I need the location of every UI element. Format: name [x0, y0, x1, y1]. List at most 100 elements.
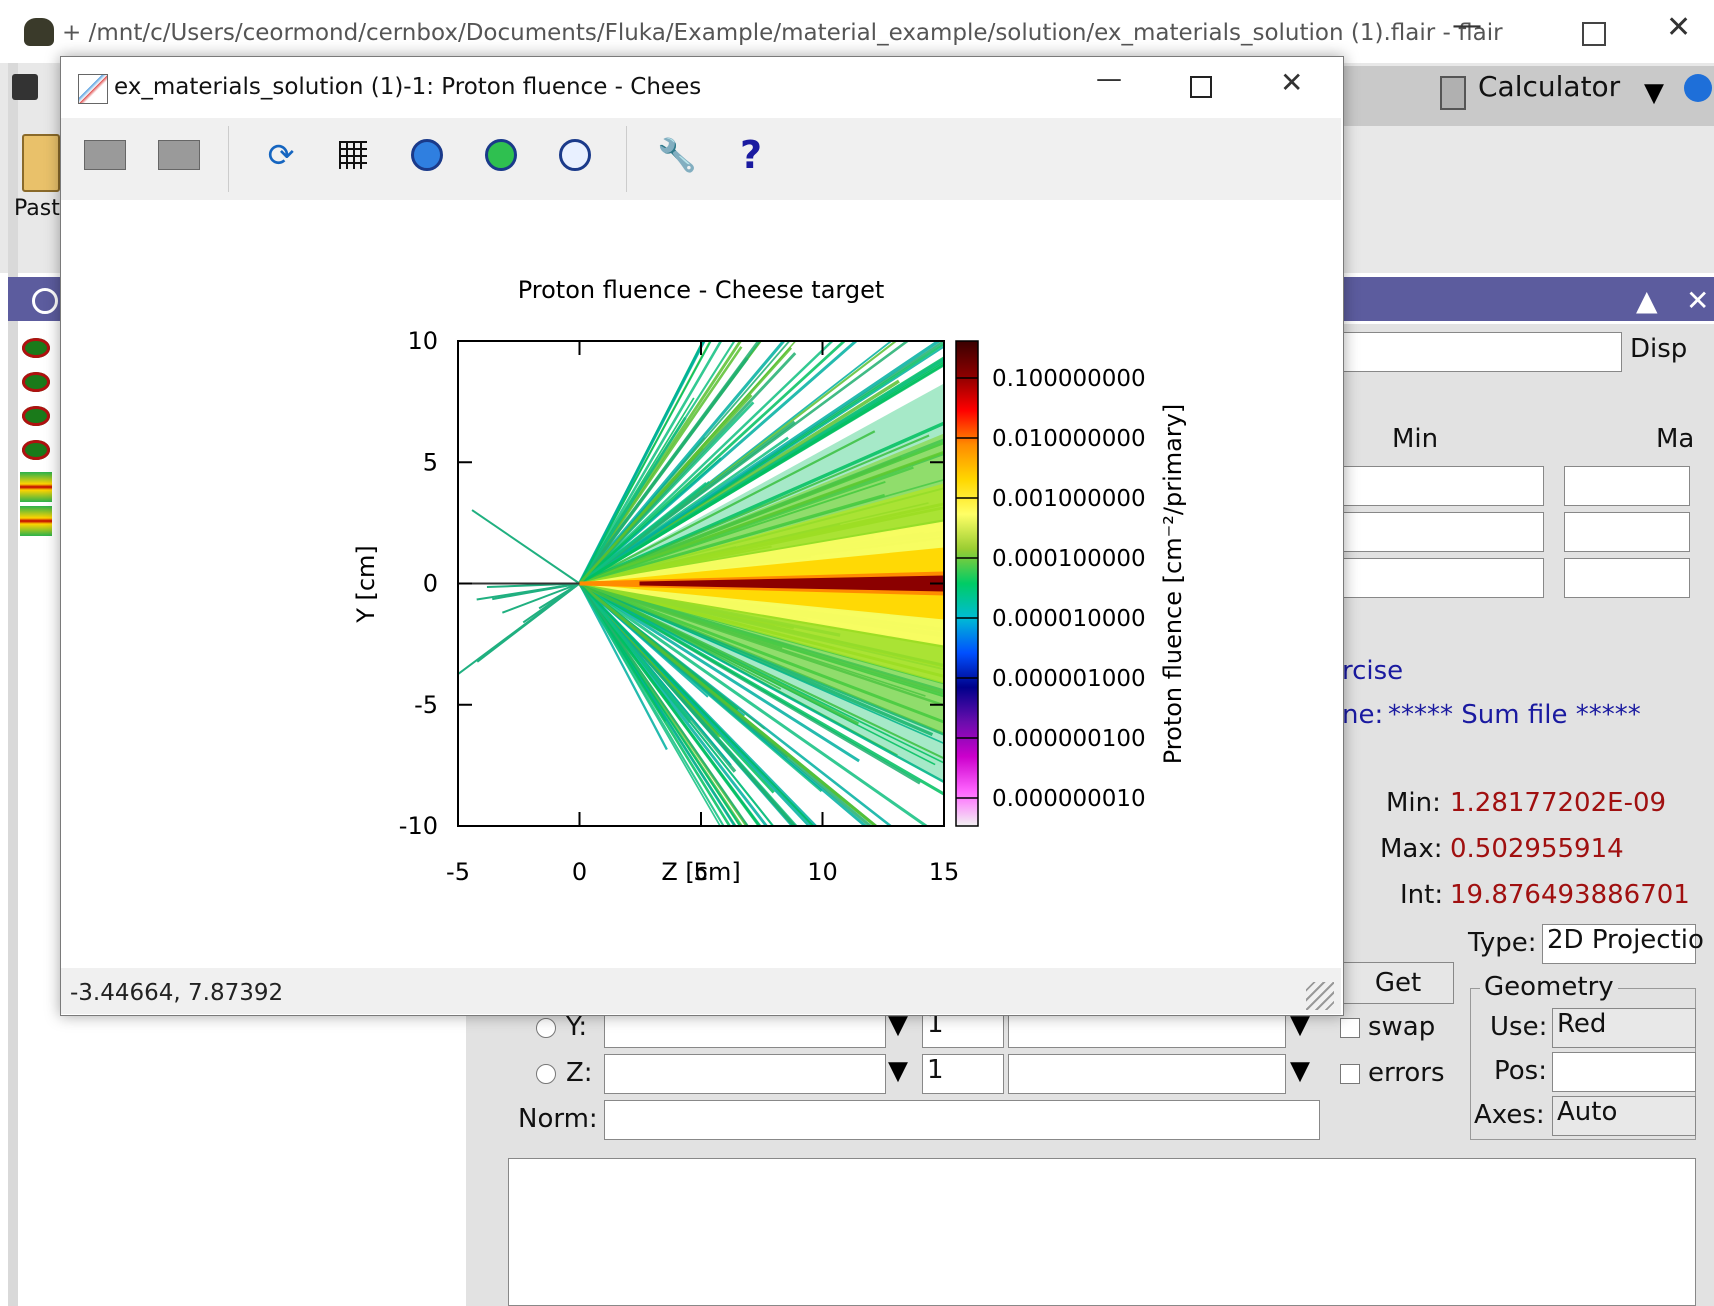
help-icon[interactable]: ? [728, 132, 774, 178]
max-field[interactable] [1564, 466, 1690, 506]
get-button-label: Get [1374, 968, 1422, 998]
window-icon[interactable] [156, 132, 202, 178]
z-step-spin[interactable]: 1 [922, 1054, 1004, 1094]
y-tick-label: 0 [423, 570, 438, 598]
disp-field[interactable] [1342, 332, 1622, 372]
calculator-label[interactable]: Calculator [1478, 70, 1620, 103]
disp-label: Disp [1630, 334, 1688, 364]
collapse-up-icon[interactable]: ▲ [1636, 284, 1658, 317]
zoom-fit-icon[interactable] [552, 132, 598, 178]
z-range-field[interactable] [1008, 1054, 1286, 1094]
axes-value: Auto [1557, 1097, 1618, 1127]
colorbar-tick-label: 0.001000000 [992, 486, 1146, 512]
toolbar-separator [228, 126, 229, 192]
max-stat-value: 0.502955914 [1450, 834, 1624, 864]
chevron-down-icon[interactable]: ▼ [1290, 1056, 1310, 1086]
log-area[interactable] [508, 1158, 1696, 1306]
colorbar-tick-label: 0.000000100 [992, 726, 1146, 752]
y-radio[interactable] [536, 1018, 556, 1038]
get-button[interactable]: Get [1342, 962, 1454, 1004]
dialog-title: ex_materials_solution (1)-1: Proton flue… [114, 74, 702, 100]
panel-close-icon[interactable]: ✕ [1686, 284, 1709, 317]
norm-field[interactable] [604, 1100, 1320, 1140]
zoom-back-icon[interactable] [404, 132, 450, 178]
pos-field[interactable] [1552, 1052, 1696, 1092]
type-select[interactable]: 2D Projectio [1542, 924, 1704, 964]
close-icon[interactable]: ✕ [1666, 10, 1691, 45]
y-axis-label: Y [cm] [352, 545, 380, 624]
use-select[interactable]: Red [1552, 1008, 1696, 1048]
min-field[interactable] [1342, 466, 1544, 506]
z-var-field[interactable] [604, 1054, 886, 1094]
z-step-value: 1 [927, 1055, 944, 1085]
axes-select[interactable]: Auto [1552, 1096, 1696, 1136]
norm-label: Norm: [518, 1104, 598, 1134]
x-tick-label: 15 [929, 858, 960, 886]
fluence-heatmap-chart[interactable]: Proton fluence - Cheese target -5 0 5 10 15 1… [61, 200, 1341, 968]
info-icon[interactable] [1684, 74, 1712, 102]
refresh-icon[interactable]: ⟳ [258, 132, 304, 178]
chevron-down-icon[interactable]: ▼ [888, 1056, 908, 1086]
type-label: Type: [1468, 928, 1537, 958]
left-edge [8, 63, 18, 1306]
calculator-icon[interactable] [1440, 76, 1466, 110]
y-tick-label: 10 [407, 327, 438, 355]
swap-checkbox[interactable] [1340, 1018, 1360, 1038]
geometry-group-label: Geometry [1480, 972, 1618, 1002]
grid-icon[interactable] [330, 132, 376, 178]
plot-thumbnail-icon[interactable] [20, 472, 52, 502]
type-value: 2D Projectio [1547, 925, 1704, 955]
toolbar-separator [626, 126, 627, 192]
main-window-title: + /mnt/c/Users/ceormond/cernbox/Document… [62, 20, 1503, 46]
plot-thumbnail-icon[interactable] [20, 506, 52, 536]
x-tick-label: -5 [446, 858, 470, 886]
y-tick-label: -5 [414, 691, 438, 719]
tree-item-icon[interactable] [22, 406, 50, 426]
errors-checkbox[interactable] [1340, 1064, 1360, 1084]
x-tick-label: 0 [572, 858, 587, 886]
use-label: Use: [1490, 1012, 1548, 1042]
min-stat-value: 1.28177202E-09 [1450, 788, 1667, 818]
y-tick-label: 5 [423, 448, 438, 476]
colorbar-tick-label: 0.000000010 [992, 786, 1146, 812]
x-axis-label: Z [cm] [661, 858, 740, 886]
colorbar-tick-label: 0.000100000 [992, 546, 1146, 572]
plot-window-icon [78, 74, 108, 104]
min-field[interactable] [1342, 512, 1544, 552]
zoom-forward-icon[interactable] [478, 132, 524, 178]
close-icon[interactable]: ✕ [1280, 66, 1303, 99]
save-icon[interactable] [12, 74, 38, 100]
tree-item-icon[interactable] [22, 372, 50, 392]
paste-icon[interactable] [22, 134, 60, 192]
exercise-link[interactable]: rcise [1342, 656, 1403, 686]
chevron-down-icon[interactable]: ▼ [1644, 78, 1664, 108]
max-field[interactable] [1564, 512, 1690, 552]
chart-title: Proton fluence - Cheese target [518, 276, 885, 304]
max-field[interactable] [1564, 558, 1690, 598]
int-stat-value: 19.876493886701 [1450, 880, 1690, 910]
maximize-icon[interactable] [1190, 76, 1212, 98]
colorbar-tick-label: 0.000010000 [992, 606, 1146, 632]
tree-item-icon[interactable] [22, 338, 50, 358]
target-icon [32, 288, 58, 314]
tree-item-icon[interactable] [22, 440, 50, 460]
colorbar-tick-label: 0.000001000 [992, 666, 1146, 692]
colorbar-label: Proton fluence [cm⁻²/primary] [1159, 404, 1187, 765]
colorbar-tick-label: 0.010000000 [992, 426, 1146, 452]
z-radio[interactable] [536, 1064, 556, 1084]
app-icon [24, 18, 54, 46]
name-value: ***** Sum file ***** [1388, 700, 1641, 730]
max-stat-label: Max: [1380, 834, 1443, 864]
window-icon[interactable] [82, 132, 128, 178]
swap-label: swap [1368, 1012, 1436, 1042]
paste-label: Past [14, 196, 60, 221]
wrench-icon[interactable]: 🔧 [654, 132, 700, 178]
y-tick-label: -10 [399, 812, 438, 840]
minimize-icon[interactable]: — [1096, 64, 1122, 94]
maximize-icon[interactable] [1582, 22, 1606, 46]
max-header: Ma [1656, 424, 1695, 454]
cursor-coordinates: -3.44664, 7.87392 [70, 980, 284, 1006]
min-field[interactable] [1342, 558, 1544, 598]
minimize-icon[interactable]: — [1452, 8, 1482, 43]
resize-grip-icon[interactable] [1306, 982, 1334, 1010]
